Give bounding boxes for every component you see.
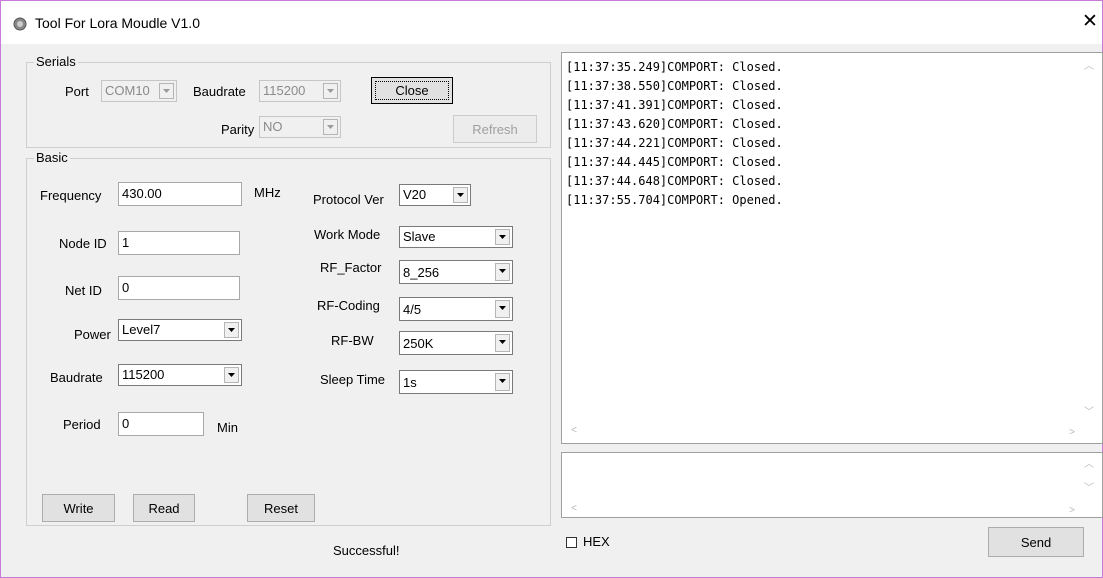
basic-baudrate-select[interactable]: 115200 (118, 364, 242, 386)
log-line: [11:37:44.445]COMPORT: Closed. (566, 155, 783, 169)
sleep-time-select[interactable]: 1s (399, 370, 513, 394)
scroll-down-icon[interactable]: ﹀ (1083, 407, 1095, 419)
chevron-down-icon (495, 300, 510, 318)
window-title: Tool For Lora Moudle V1.0 (35, 15, 200, 31)
rf-bw-select[interactable]: 250K (399, 331, 513, 355)
chevron-down-icon (323, 119, 338, 135)
log-line: [11:37:44.221]COMPORT: Closed. (566, 136, 783, 150)
protocol-ver-value: V20 (403, 187, 427, 202)
chevron-down-icon (495, 229, 510, 245)
log-line: [11:37:35.249]COMPORT: Closed. (566, 60, 783, 74)
app-gear-icon (13, 17, 27, 31)
period-label: Period (63, 417, 101, 432)
rf-bw-value: 250K (403, 336, 434, 351)
period-value: 0 (122, 416, 130, 431)
log-line: [11:37:41.391]COMPORT: Closed. (566, 98, 783, 112)
basic-legend: Basic (34, 150, 70, 165)
chevron-down-icon (224, 322, 239, 338)
rf-coding-value: 4/5 (403, 302, 422, 317)
parity-select-value: NO (263, 119, 283, 134)
chevron-down-icon (495, 373, 510, 391)
protocol-ver-label: Protocol Ver (313, 192, 384, 207)
hex-checkbox[interactable] (566, 537, 577, 548)
frequency-unit: MHz (254, 185, 281, 200)
scroll-up-icon[interactable]: ︿ (1083, 61, 1095, 73)
power-select[interactable]: Level7 (118, 319, 242, 341)
chevron-down-icon (159, 83, 174, 99)
chevron-down-icon (495, 263, 510, 281)
log-lines: [11:37:35.249]COMPORT: Closed. [11:37:38.… (566, 58, 783, 210)
frequency-label: Frequency (40, 188, 102, 203)
work-mode-select[interactable]: Slave (399, 226, 513, 248)
scroll-right-icon[interactable]: > (1066, 505, 1078, 517)
chevron-down-icon (224, 367, 239, 383)
protocol-ver-select[interactable]: V20 (399, 184, 471, 206)
basic-baudrate-value: 115200 (122, 367, 165, 382)
frequency-input[interactable]: 430.00 (118, 182, 242, 206)
rf-coding-label: RF-Coding (317, 298, 380, 313)
work-mode-value: Slave (403, 229, 436, 244)
period-unit: Min (217, 420, 238, 435)
port-select[interactable]: COM10 (101, 80, 177, 102)
log-line: [11:37:38.550]COMPORT: Closed. (566, 79, 783, 93)
log-line: [11:37:44.648]COMPORT: Closed. (566, 174, 783, 188)
rf-factor-value: 8_256 (403, 265, 440, 280)
net-id-value: 0 (122, 280, 130, 295)
parity-label: Parity (221, 122, 255, 137)
node-id-label: Node ID (59, 236, 107, 251)
send-button[interactable]: Send (988, 527, 1084, 557)
log-line: [11:37:55.704]COMPORT: Opened. (566, 193, 783, 207)
title-bar: Tool For Lora Moudle V1.0 ✕ (0, 0, 1103, 44)
node-id-value: 1 (122, 235, 130, 250)
frequency-value: 430.00 (122, 186, 162, 201)
read-button[interactable]: Read (133, 494, 195, 522)
serial-baudrate-select[interactable]: 115200 (259, 80, 341, 102)
refresh-button[interactable]: Refresh (453, 115, 537, 143)
scroll-left-icon[interactable]: < (568, 425, 580, 437)
log-line: [11:37:43.620]COMPORT: Closed. (566, 117, 783, 131)
net-id-label: Net ID (65, 283, 102, 298)
close-port-button[interactable]: Close (371, 77, 453, 104)
chevron-down-icon (453, 187, 468, 203)
parity-select[interactable]: NO (259, 116, 341, 138)
chevron-down-icon (495, 334, 510, 352)
rf-factor-label: RF_Factor (320, 260, 382, 275)
power-select-value: Level7 (122, 322, 161, 337)
reset-button[interactable]: Reset (247, 494, 315, 522)
port-select-value: COM10 (105, 83, 150, 98)
period-input[interactable]: 0 (118, 412, 204, 436)
scroll-right-icon[interactable]: > (1066, 427, 1078, 439)
serial-baudrate-label: Baudrate (193, 84, 246, 99)
net-id-input[interactable]: 0 (118, 276, 240, 300)
write-button[interactable]: Write (42, 494, 115, 522)
rf-bw-label: RF-BW (331, 333, 374, 348)
port-label: Port (65, 84, 89, 99)
close-window-icon[interactable]: ✕ (1079, 11, 1101, 33)
chevron-down-icon (323, 83, 338, 99)
scroll-down-icon[interactable]: ﹀ (1083, 483, 1095, 495)
send-input[interactable]: ︿ ﹀ < > (561, 452, 1103, 518)
log-output[interactable]: [11:37:35.249]COMPORT: Closed. [11:37:38.… (561, 52, 1103, 444)
rf-coding-select[interactable]: 4/5 (399, 297, 513, 321)
rf-factor-select[interactable]: 8_256 (399, 260, 513, 284)
node-id-input[interactable]: 1 (118, 231, 240, 255)
sleep-time-label: Sleep Time (320, 372, 386, 387)
basic-baudrate-label: Baudrate (50, 370, 103, 385)
sleep-time-value: 1s (403, 375, 417, 390)
serial-baudrate-value: 115200 (263, 83, 306, 98)
status-message: Successful! (333, 543, 400, 558)
hex-label: HEX (583, 534, 610, 549)
work-mode-label: Work Mode (314, 227, 381, 242)
power-label: Power (74, 327, 111, 342)
scroll-left-icon[interactable]: < (568, 503, 580, 515)
serials-legend: Serials (34, 54, 78, 69)
scroll-up-icon[interactable]: ︿ (1083, 459, 1095, 471)
